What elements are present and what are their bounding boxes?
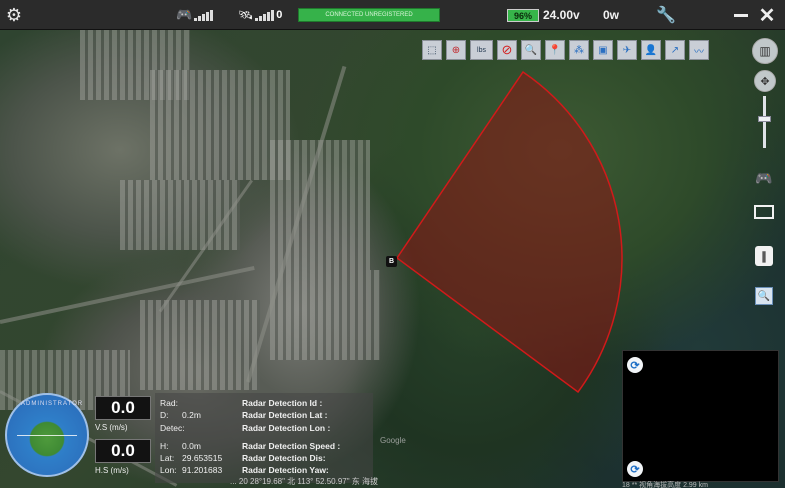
map-toolbar: ⬚ ⊕ lbs ⊘ 🔍 📍 ⁂ ▣ ✈ 👤 ↗ 〰 <box>422 40 709 60</box>
battery-voltage: 24.00v <box>543 8 580 22</box>
top-status-bar: ⚙ 🎮 🛰 0 CONNECTED UNREGISTERED 96% 24.00… <box>0 0 785 30</box>
gamepad-icon: 🎮 <box>755 169 773 186</box>
video-refresh-icon[interactable]: ⟳ <box>627 357 643 373</box>
trend-tool-button[interactable]: 〰 <box>689 40 709 60</box>
radar-origin-marker[interactable]: B <box>386 256 397 267</box>
map-layers-button[interactable]: ▥ <box>752 38 778 64</box>
horizontal-speed-value: 0.0 <box>95 439 151 463</box>
close-button[interactable]: ✕ <box>757 0 777 30</box>
map-pan-button[interactable]: ✥ <box>754 70 776 92</box>
map-watermark: Google <box>380 436 406 445</box>
pan-icon: ✥ <box>760 75 770 88</box>
select-icon: ⬚ <box>427 44 437 56</box>
vertical-speed-label: V.S (m/s) <box>95 423 128 432</box>
fullscreen-button[interactable] <box>754 205 774 219</box>
search-icon: 🔍 <box>524 44 538 56</box>
height-label: H: <box>160 441 169 451</box>
latitude-label: Lat: <box>160 453 175 463</box>
latitude-value: 29.653515 <box>182 453 223 463</box>
target-icon: ⊕ <box>451 44 461 56</box>
radar-detection-yaw: Radar Detection Yaw: <box>242 465 329 475</box>
video-feed-panel[interactable]: ⟳ ⟳ <box>622 350 779 482</box>
no-fly-icon: ⊘ <box>501 42 513 57</box>
radar-detection-id: Radar Detection Id : <box>242 398 323 408</box>
route-icon: ↗ <box>670 44 680 56</box>
distance-label: D: <box>160 410 169 420</box>
pause-button[interactable]: ∥ <box>755 246 773 266</box>
horizontal-speed-label: H.S (m/s) <box>95 466 129 475</box>
route-tool-button[interactable]: ↗ <box>665 40 685 60</box>
video-swap-icon[interactable]: ⟳ <box>627 461 643 477</box>
cluster-tool-button[interactable]: ⁂ <box>569 40 589 60</box>
power-readout: 0w <box>603 8 620 22</box>
radar-detection-lat: Radar Detection Lat : <box>242 410 328 420</box>
image-transmission-signal: 🛰 0 <box>238 0 282 30</box>
aircraft-icon: ✈ <box>622 44 632 56</box>
pause-icon: ∥ <box>761 250 767 263</box>
map-coordinate-readout: ... 20 28°19.68" 北 113° 52.50.97" 东 海拔 <box>230 477 379 486</box>
remote-controller-signal: 🎮 <box>176 0 214 30</box>
controller-icon: 🎮 <box>176 7 193 22</box>
detec-label: Detec: <box>160 423 185 433</box>
minimize-icon <box>734 13 748 17</box>
rad-label: Rad: <box>160 398 178 408</box>
gamepad-button[interactable]: 🎮 <box>752 168 776 188</box>
distance-value: 0.2m <box>182 410 201 420</box>
zoom-slider-track[interactable] <box>763 96 766 148</box>
height-value: 0.0m <box>182 441 201 451</box>
radar-detection-speed: Radar Detection Speed : <box>242 441 341 451</box>
battery-percentage-badge: 96% <box>507 9 539 22</box>
attitude-compass-indicator: ADMINISTRATOR <box>5 393 89 477</box>
vertical-speed-value: 0.0 <box>95 396 151 420</box>
radar-detection-lon: Radar Detection Lon : <box>242 423 331 433</box>
satellite-icon: 🛰 <box>238 8 254 22</box>
select-tool-button[interactable]: ⬚ <box>422 40 442 60</box>
longitude-value: 91.201683 <box>182 465 223 475</box>
satellite-count: 0 <box>276 9 283 21</box>
user-tool-button[interactable]: 👤 <box>641 40 661 60</box>
camera-tool-button[interactable]: ▣ <box>593 40 613 60</box>
longitude-label: Lon: <box>160 465 177 475</box>
waypoint-tool-button[interactable]: 📍 <box>545 40 565 60</box>
trend-icon: 〰 <box>694 46 704 58</box>
connection-status-bar: CONNECTED UNREGISTERED <box>298 8 440 22</box>
signal-bars-icon <box>255 9 275 21</box>
no-fly-tool-button[interactable]: ⊘ <box>497 40 517 60</box>
radar-sector-shape <box>395 70 623 394</box>
aircraft-tool-button[interactable]: ✈ <box>617 40 637 60</box>
layers-icon: ▥ <box>759 44 771 58</box>
user-icon: 👤 <box>644 44 658 56</box>
map-view-altitude-readout: 18 ** 视角海拔高度 2.99 km <box>622 482 708 488</box>
zoom-extent-button[interactable]: 🔍 <box>755 287 773 305</box>
compass-ring-text: ADMINISTRATOR <box>21 401 84 407</box>
waypoint-icon: 📍 <box>548 44 562 56</box>
camera-icon: ▣ <box>598 44 608 56</box>
tools-wrench-icon[interactable]: 🔧 <box>656 0 676 30</box>
minimize-button[interactable] <box>731 0 751 30</box>
measure-tool-button[interactable]: lbs <box>470 40 493 60</box>
zoom-slider-handle[interactable] <box>758 116 771 122</box>
settings-gear-icon[interactable]: ⚙ <box>3 0 25 30</box>
horizon-line <box>17 435 77 436</box>
radar-detection-dis: Radar Detection Dis: <box>242 453 326 463</box>
target-tool-button[interactable]: ⊕ <box>446 40 466 60</box>
zoom-icon: 🔍 <box>757 290 771 302</box>
signal-bars-icon <box>194 9 214 21</box>
measure-label: lbs <box>477 46 486 54</box>
search-tool-button[interactable]: 🔍 <box>521 40 541 60</box>
cluster-icon: ⁂ <box>574 44 584 56</box>
